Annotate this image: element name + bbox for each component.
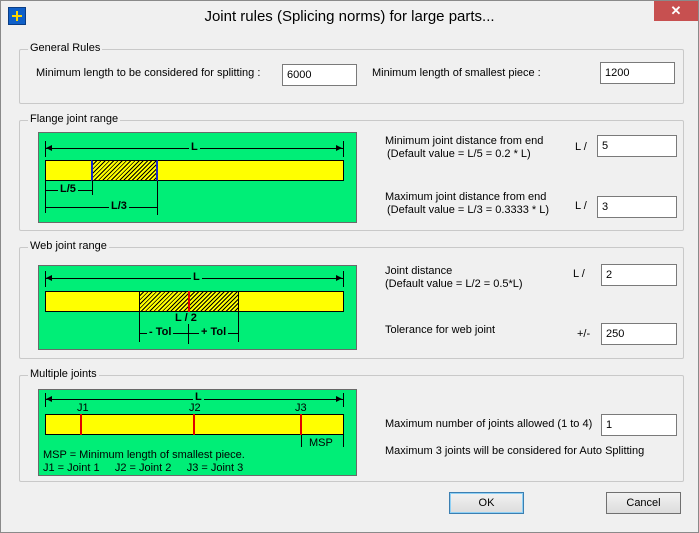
web-dist-input[interactable] — [601, 264, 677, 286]
multiple-joints-group: Multiple joints L J1 J2 J3 MSP MSP = Min… — [19, 368, 684, 482]
joint-line-j2 — [193, 414, 195, 435]
arrow-left-icon — [46, 275, 52, 281]
dim-tick — [139, 312, 140, 342]
dim-label-L: L — [191, 271, 202, 283]
joint-legend: J1 = Joint 1 J2 = Joint 2 J3 = Joint 3 — [43, 462, 244, 474]
web-tol-input[interactable] — [601, 323, 677, 345]
dim-tick — [343, 435, 344, 447]
group-label: Flange joint range — [28, 113, 121, 125]
dim-label-L: L — [189, 141, 200, 153]
general-rules-group: General Rules Minimum length to be consi… — [19, 42, 684, 104]
web-diagram: L L / 2 - Tol + Tol — [38, 265, 357, 350]
arrow-left-icon — [46, 145, 52, 151]
max-joints-input[interactable] — [601, 414, 677, 436]
dim-tick — [301, 435, 302, 447]
web-dist-label-1: Joint distance — [385, 265, 453, 277]
ok-button[interactable]: OK — [449, 492, 524, 514]
flange-max-input[interactable] — [597, 196, 677, 218]
flange-min-input[interactable] — [597, 135, 677, 157]
group-label: Web joint range — [28, 240, 109, 252]
close-button[interactable]: ✕ — [654, 1, 698, 21]
joint-label-j2: J2 — [189, 402, 201, 414]
web-joint-center — [188, 291, 190, 312]
msp-label: MSP — [309, 437, 333, 449]
dim-tick — [92, 181, 93, 195]
flange-joint-zone — [91, 160, 158, 181]
flange-joint-group: Flange joint range L L/5 L/3 Minimum joi… — [19, 113, 684, 231]
window-title: Joint rules (Splicing norms) for large p… — [204, 8, 495, 25]
joint-line-j1 — [80, 414, 82, 435]
flange-min-label-2: (Default value = L/5 = 0.2 * L) — [387, 148, 531, 160]
dim-tick — [343, 271, 344, 287]
arrow-right-icon — [336, 145, 342, 151]
joint-line-j3 — [300, 414, 302, 435]
arrow-right-icon — [336, 396, 342, 402]
dim-label-L5: L/5 — [58, 183, 78, 195]
web-joint-group: Web joint range L L / 2 - Tol + Tol Join… — [19, 240, 684, 359]
dim-tick — [157, 181, 158, 215]
dim-tick — [343, 393, 344, 407]
arrow-right-icon — [336, 275, 342, 281]
flange-max-label-1: Maximum joint distance from end — [385, 191, 547, 203]
max-joints-label: Maximum number of joints allowed (1 to 4… — [385, 418, 593, 430]
min-piece-input[interactable] — [600, 62, 675, 84]
min-piece-label: Minimum length of smallest piece : — [372, 67, 541, 79]
group-label: General Rules — [28, 42, 103, 54]
dim-label-minus-tol: - Tol — [147, 326, 174, 338]
dim-tick — [45, 181, 46, 213]
msp-note: MSP = Minimum length of smallest piece. — [43, 449, 245, 461]
auto-split-note: Maximum 3 joints will be considered for … — [385, 445, 645, 457]
dim-tick — [343, 141, 344, 157]
flange-bar — [45, 160, 344, 181]
joint-label-j3: J3 — [295, 402, 307, 414]
web-tol-prefix: +/- — [577, 328, 591, 340]
title-bar: Joint rules (Splicing norms) for large p… — [1, 1, 698, 31]
web-tol-label: Tolerance for web joint — [385, 324, 496, 336]
dim-tick — [238, 312, 239, 342]
dim-label-plus-tol: + Tol — [199, 326, 229, 338]
dim-line-L3 — [45, 207, 157, 208]
joint-label-j1: J1 — [77, 402, 89, 414]
dialog-window: Joint rules (Splicing norms) for large p… — [0, 0, 699, 533]
flange-min-label-1: Minimum joint distance from end — [385, 135, 544, 147]
web-dist-label-2: (Default value = L/2 = 0.5*L) — [385, 278, 523, 290]
flange-diagram: L L/5 L/3 — [38, 132, 357, 223]
arrow-left-icon — [46, 396, 52, 402]
cancel-button[interactable]: Cancel — [606, 492, 681, 514]
dim-tick — [188, 324, 189, 344]
dim-label-L3: L/3 — [109, 200, 129, 212]
web-dist-prefix: L / — [573, 268, 585, 280]
dim-label-L2: L / 2 — [173, 312, 199, 324]
flange-max-prefix: L / — [575, 200, 587, 212]
flange-max-label-2: (Default value = L/3 = 0.3333 * L) — [387, 204, 550, 216]
group-label: Multiple joints — [28, 368, 99, 380]
min-split-input[interactable] — [282, 64, 357, 86]
min-split-label: Minimum length to be considered for spli… — [36, 67, 261, 79]
multiple-diagram: L J1 J2 J3 MSP MSP = Minimum length of s… — [38, 389, 357, 476]
flange-min-prefix: L / — [575, 141, 587, 153]
